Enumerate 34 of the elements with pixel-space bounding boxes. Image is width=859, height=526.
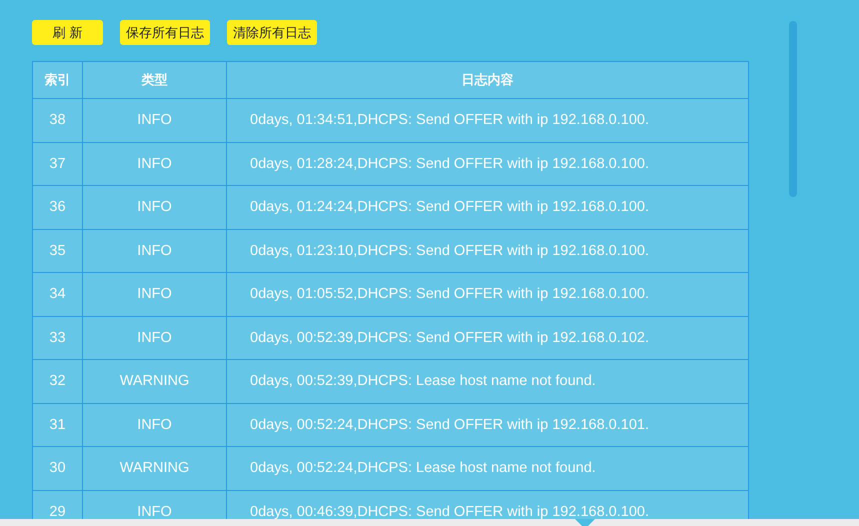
scrollbar[interactable]	[789, 21, 797, 197]
toolbar-button[interactable]: 保存所有日志	[120, 20, 210, 45]
toolbar-button[interactable]: 刷 新	[32, 20, 103, 45]
type-cell: INFO	[82, 272, 226, 316]
type-cell: INFO	[82, 98, 226, 142]
type-cell: INFO	[82, 403, 226, 446]
index-cell: 38	[32, 98, 82, 142]
index-cell: 32	[32, 360, 82, 403]
log-content-cell: 0days, 01:23:10,DHCPS: Send OFFER with ip 192.168.0.100.	[226, 229, 748, 272]
log-content-cell: 0days, 00:52:39,DHCPS: Lease host name not found.	[226, 360, 748, 403]
type-cell: WARNING	[82, 446, 226, 490]
log-content-cell: 0days, 01:34:51,DHCPS: Send OFFER with ip 192.168.0.100.	[226, 98, 748, 142]
column-header: 索引	[32, 62, 82, 98]
column-header: 类型	[82, 62, 226, 98]
type-cell: WARNING	[82, 360, 226, 403]
log-content-cell: 0days, 01:28:24,DHCPS: Send OFFER with ip 192.168.0.100.	[226, 142, 748, 186]
index-cell: 33	[32, 316, 82, 360]
index-cell: 30	[32, 446, 82, 490]
index-cell: 37	[32, 142, 82, 186]
log-content-cell: 0days, 00:52:24,DHCPS: Send OFFER with ip 192.168.0.101.	[226, 403, 748, 446]
column-header: 日志内容	[226, 62, 748, 98]
log-content-cell: 0days, 00:52:39,DHCPS: Send OFFER with ip 192.168.0.102.	[226, 316, 748, 360]
log-content-cell: 0days, 01:24:24,DHCPS: Send OFFER with ip 192.168.0.100.	[226, 186, 748, 229]
index-cell: 34	[32, 272, 82, 316]
toolbar-button[interactable]: 清除所有日志	[227, 20, 317, 45]
type-cell: INFO	[82, 316, 226, 360]
type-cell: INFO	[82, 229, 226, 272]
index-cell: 35	[32, 229, 82, 272]
log-content-cell: 0days, 01:05:52,DHCPS: Send OFFER with ip 192.168.0.100.	[226, 272, 748, 316]
type-cell: INFO	[82, 142, 226, 186]
index-cell: 36	[32, 186, 82, 229]
log-content-cell: 0days, 00:52:24,DHCPS: Lease host name not found.	[226, 446, 748, 490]
index-cell: 31	[32, 403, 82, 446]
type-cell: INFO	[82, 186, 226, 229]
